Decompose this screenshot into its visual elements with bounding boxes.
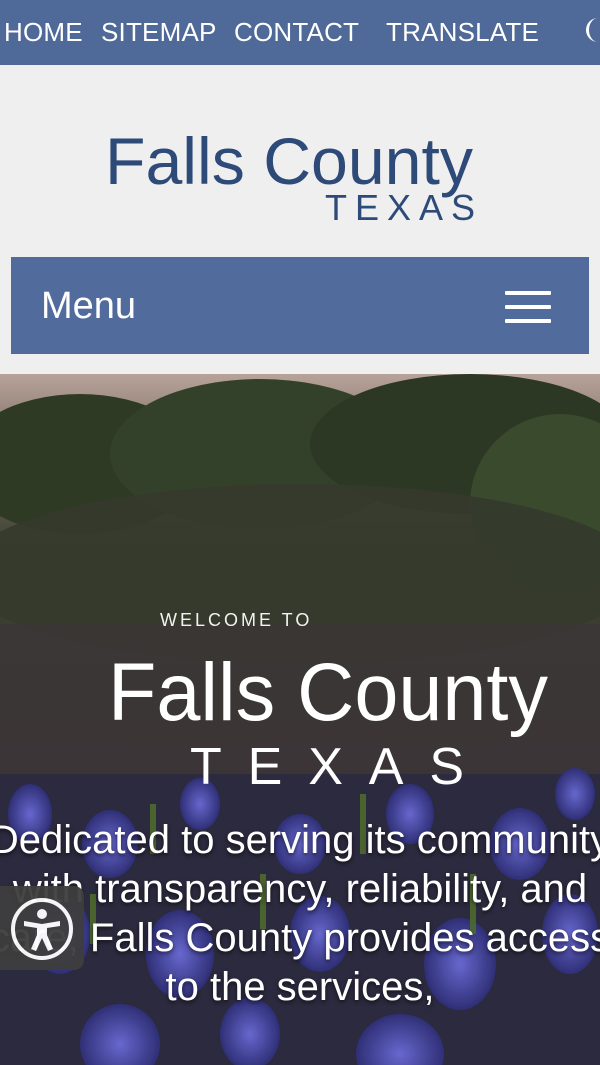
hero-banner: Falls County TEXAS WELCOME TO Dedicated … [0,374,600,1065]
top-utility-nav: HOME SITEMAP CONTACT TRANSLATE [0,0,600,65]
moon-icon[interactable] [578,15,600,45]
logo-county-name: Falls County [105,124,473,198]
accessibility-button[interactable] [0,886,84,970]
hamburger-icon[interactable] [505,291,551,323]
contact-link[interactable]: CONTACT [234,17,359,47]
main-menu-bar[interactable]: Menu [11,257,589,354]
home-link[interactable]: HOME [4,17,83,47]
site-logo[interactable]: Falls County TEXAS [0,65,600,255]
hero-tagline: Dedicated to serving its community with … [0,818,600,1009]
hero-welcome-text: WELCOME TO [160,610,313,630]
accessibility-icon [11,898,73,960]
sitemap-link[interactable]: SITEMAP [101,17,217,47]
menu-label: Menu [41,285,137,327]
hero-county-name: Falls County [108,647,548,738]
translate-link[interactable]: TRANSLATE [386,17,539,47]
